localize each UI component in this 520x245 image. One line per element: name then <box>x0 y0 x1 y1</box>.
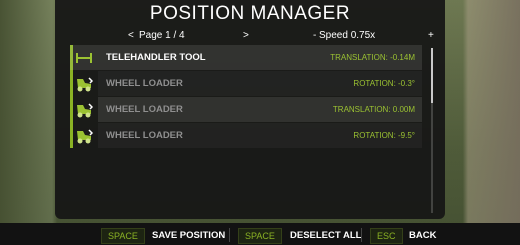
telehandler-tool-icon <box>70 45 98 70</box>
page-indicator: Page 1 / 4 <box>139 30 185 41</box>
deselect-all-button[interactable]: DESELECT ALL <box>290 230 361 241</box>
item-name: WHEEL LOADER <box>98 123 354 148</box>
wheel-loader-icon <box>70 97 98 122</box>
item-name: WHEEL LOADER <box>98 71 354 96</box>
list-item[interactable]: WHEEL LOADER TRANSLATION: 0.00M <box>70 97 422 122</box>
back-button[interactable]: BACK <box>409 230 436 241</box>
item-info: ROTATION: -9.5° <box>353 123 422 148</box>
save-position-button[interactable]: SAVE POSITION <box>152 230 225 241</box>
deselect-all-key[interactable]: SPACE <box>238 228 282 244</box>
list-item[interactable]: WHEEL LOADER ROTATION: -0.3° <box>70 71 422 96</box>
list-item[interactable]: TELEHANDLER TOOL TRANSLATION: -0.14M <box>70 45 422 70</box>
item-name: TELEHANDLER TOOL <box>98 45 331 70</box>
save-position-key[interactable]: SPACE <box>101 228 145 244</box>
panel-title: POSITION MANAGER <box>149 3 351 24</box>
list-scrollbar[interactable] <box>431 48 433 213</box>
scrollbar-thumb[interactable] <box>431 48 433 103</box>
list-item[interactable]: WHEEL LOADER ROTATION: -9.5° <box>70 123 422 148</box>
item-info: ROTATION: -0.3° <box>353 71 422 96</box>
wheel-loader-icon <box>70 123 98 148</box>
speed-indicator: Speed 0.75x <box>319 30 376 41</box>
speed-decrease-button[interactable]: - <box>313 30 316 41</box>
prev-page-button[interactable]: < <box>128 30 134 41</box>
item-info: TRANSLATION: -0.14M <box>330 45 422 70</box>
wheel-loader-icon <box>70 71 98 96</box>
vehicle-list: TELEHANDLER TOOL TRANSLATION: -0.14M WHE… <box>70 45 422 149</box>
footer-divider <box>361 228 362 242</box>
back-key[interactable]: ESC <box>370 228 403 244</box>
next-page-button[interactable]: > <box>243 30 249 41</box>
item-info: TRANSLATION: 0.00M <box>332 97 422 122</box>
item-name: WHEEL LOADER <box>98 97 333 122</box>
speed-increase-button[interactable]: + <box>428 30 434 41</box>
footer-divider <box>229 228 230 242</box>
